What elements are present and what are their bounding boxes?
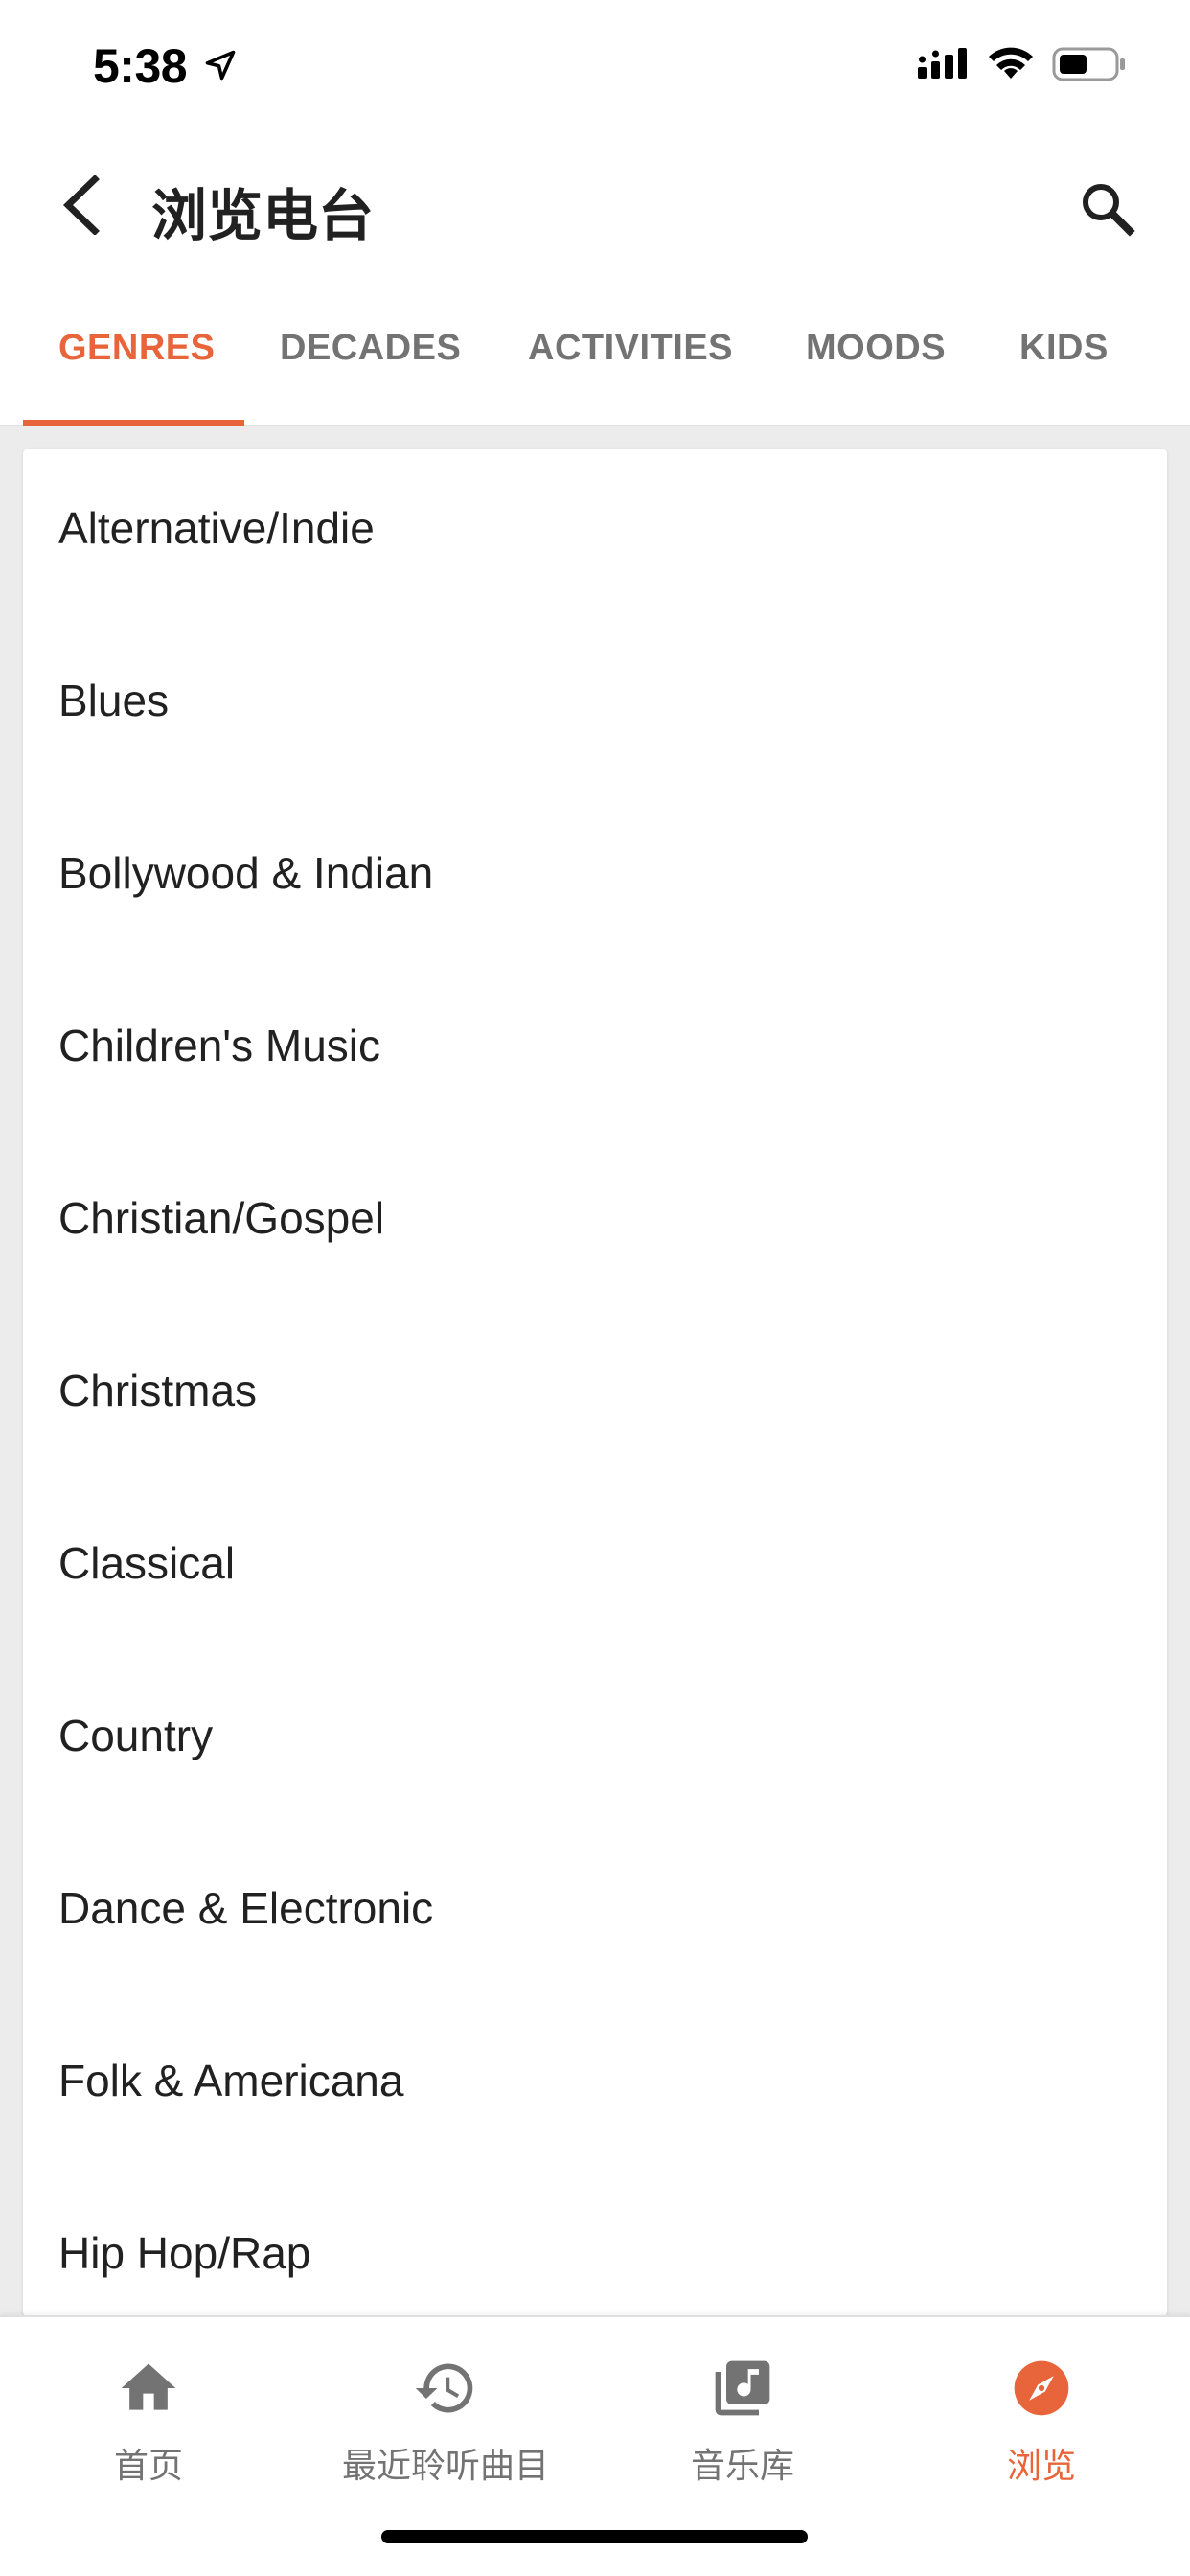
back-button[interactable]: [50, 169, 111, 242]
tab-moods[interactable]: MOODS: [806, 328, 946, 369]
search-button[interactable]: [1073, 174, 1140, 242]
list-item[interactable]: Hip Hop/Rap: [23, 2174, 1167, 2317]
genre-label: Blues: [58, 676, 170, 725]
nav-label: 浏览: [1006, 2447, 1076, 2486]
genre-label: Alternative/Indie: [58, 503, 375, 553]
nav-item-browse[interactable]: 浏览: [893, 2342, 1190, 2486]
back-arrow-icon: [62, 175, 100, 235]
list-item[interactable]: Dance & Electronic: [23, 1828, 1167, 2001]
status-bar: 5:38: [0, 0, 1190, 126]
tab-genres[interactable]: GENRES: [58, 328, 215, 369]
list-item[interactable]: Folk & Americana: [23, 2001, 1167, 2174]
history-icon: [415, 2363, 473, 2413]
list-item[interactable]: Blues: [23, 621, 1167, 794]
list-item[interactable]: Alternative/Indie: [23, 448, 1167, 621]
genre-label: Christmas: [58, 1366, 258, 1415]
genre-label: Christian/Gospel: [58, 1193, 385, 1243]
location-arrow-icon: [205, 50, 236, 80]
compass-icon: [1014, 2360, 1069, 2416]
list-item[interactable]: Christmas: [23, 1311, 1167, 1484]
wifi-icon: [989, 47, 1033, 79]
genre-label: Folk & Americana: [58, 2056, 404, 2105]
page-title: 浏览电台: [151, 183, 375, 248]
genre-label: Hip Hop/Rap: [58, 2228, 311, 2278]
category-tabs: GENRES DECADES ACTIVITIES MOODS KIDS: [0, 288, 1190, 426]
genre-label: Children's Music: [58, 1021, 380, 1070]
status-time: 5:38: [93, 39, 188, 93]
list-item[interactable]: Christian/Gospel: [23, 1138, 1167, 1311]
cellular-signal-icon: [918, 48, 967, 79]
genre-label: Bollywood & Indian: [58, 848, 434, 898]
tab-decades[interactable]: DECADES: [280, 328, 461, 369]
nav-label: 最近聆听曲目: [341, 2447, 549, 2486]
list-item[interactable]: Country: [23, 1656, 1167, 1828]
nav-label: 音乐库: [690, 2447, 794, 2486]
genre-list: Alternative/Indie Blues Bollywood & Indi…: [23, 448, 1167, 2317]
list-item[interactable]: Classical: [23, 1484, 1167, 1656]
genre-label: Country: [58, 1711, 214, 1760]
nav-label: 首页: [113, 2447, 183, 2486]
genre-label: Dance & Electronic: [58, 1883, 434, 1933]
battery-icon: [1052, 47, 1125, 81]
list-item[interactable]: Bollywood & Indian: [23, 794, 1167, 966]
nav-item-home[interactable]: 首页: [0, 2342, 297, 2486]
home-indicator[interactable]: [381, 2530, 808, 2543]
search-icon: [1083, 184, 1135, 237]
app-bar: 浏览电台: [0, 126, 1190, 288]
home-icon: [121, 2363, 176, 2410]
library-icon: [715, 2360, 770, 2416]
tab-activities[interactable]: ACTIVITIES: [528, 328, 733, 369]
tab-kids[interactable]: KIDS: [1019, 328, 1109, 369]
list-item[interactable]: Children's Music: [23, 966, 1167, 1138]
nav-item-recent[interactable]: 最近聆听曲目: [297, 2342, 594, 2486]
nav-item-library[interactable]: 音乐库: [594, 2342, 891, 2486]
genre-label: Classical: [58, 1538, 236, 1588]
active-tab-indicator: [23, 420, 244, 426]
